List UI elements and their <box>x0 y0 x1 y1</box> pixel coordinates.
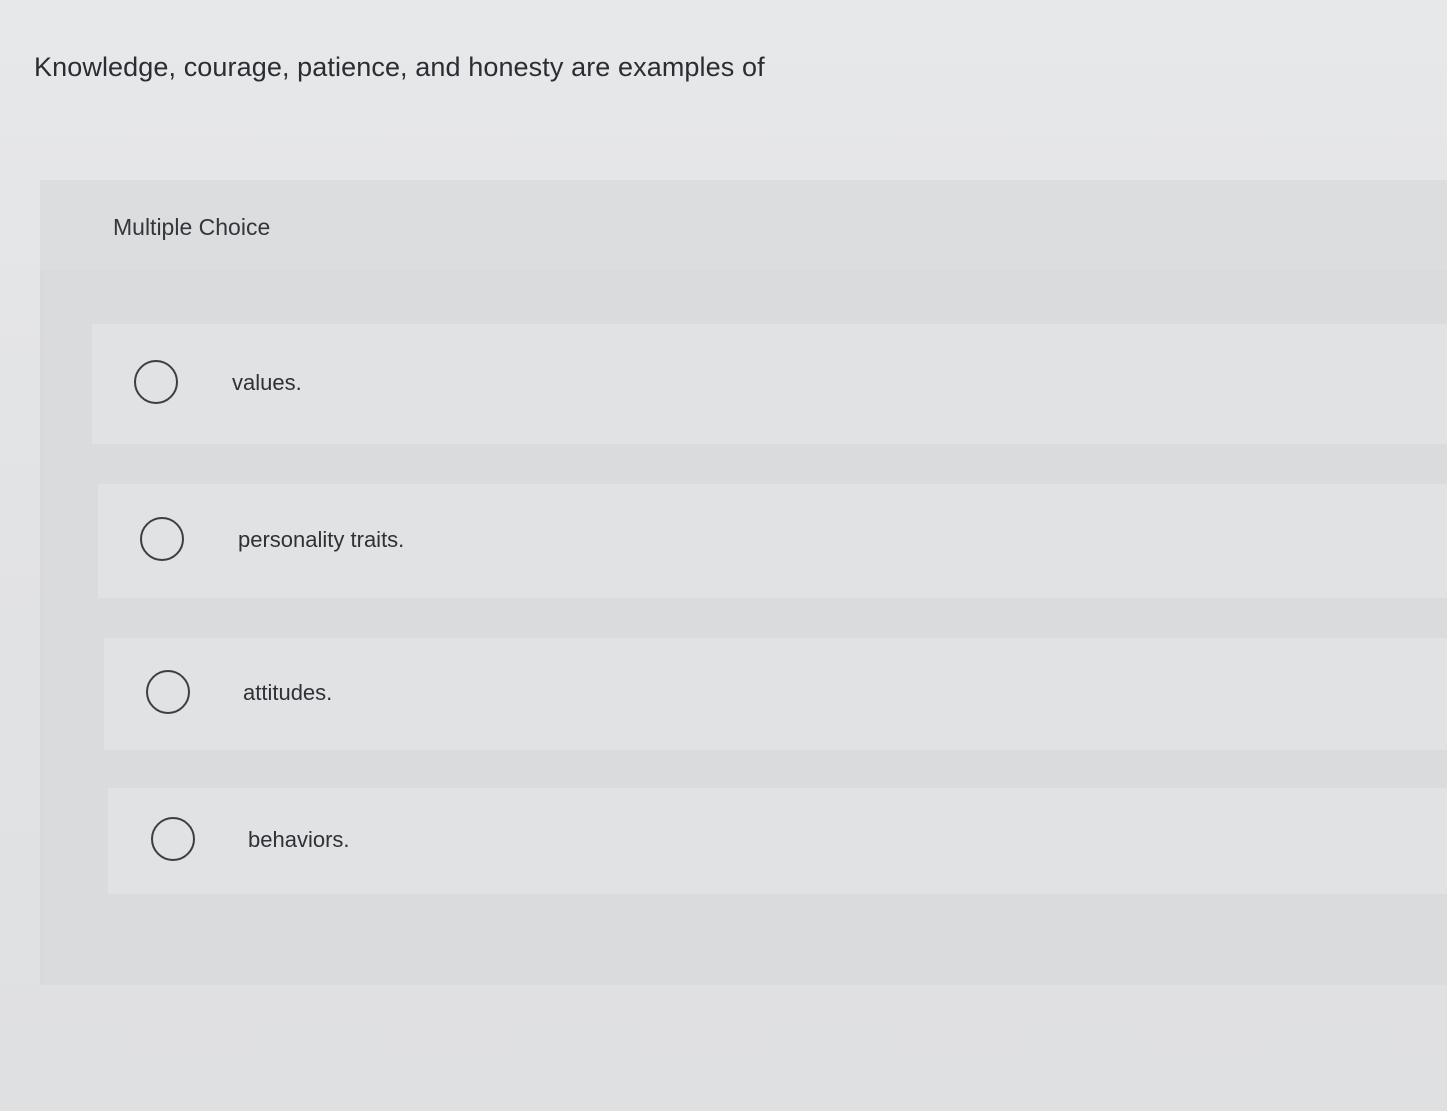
radio-button[interactable] <box>151 817 195 861</box>
answer-option-behaviors[interactable]: behaviors. <box>108 788 1447 894</box>
answer-option-personality-traits[interactable]: personality traits. <box>98 484 1447 598</box>
multiple-choice-header: Multiple Choice <box>40 180 1447 270</box>
answer-option-label: behaviors. <box>248 827 350 852</box>
answer-option-label: values. <box>232 370 302 395</box>
question-prompt: Knowledge, courage, patience, and honest… <box>34 52 765 82</box>
answer-option-attitudes[interactable]: attitudes. <box>104 638 1447 750</box>
answer-option-values[interactable]: values. <box>92 324 1447 444</box>
radio-button[interactable] <box>146 670 190 714</box>
quiz-page: Knowledge, courage, patience, and honest… <box>0 0 1447 1111</box>
answer-option-label: personality traits. <box>238 527 405 552</box>
answer-option-label: attitudes. <box>243 680 333 705</box>
radio-button[interactable] <box>134 360 178 404</box>
multiple-choice-panel: Multiple Choice values. personality trai… <box>40 180 1447 985</box>
question-type-label: Multiple Choice <box>113 214 271 240</box>
radio-button[interactable] <box>140 517 184 561</box>
